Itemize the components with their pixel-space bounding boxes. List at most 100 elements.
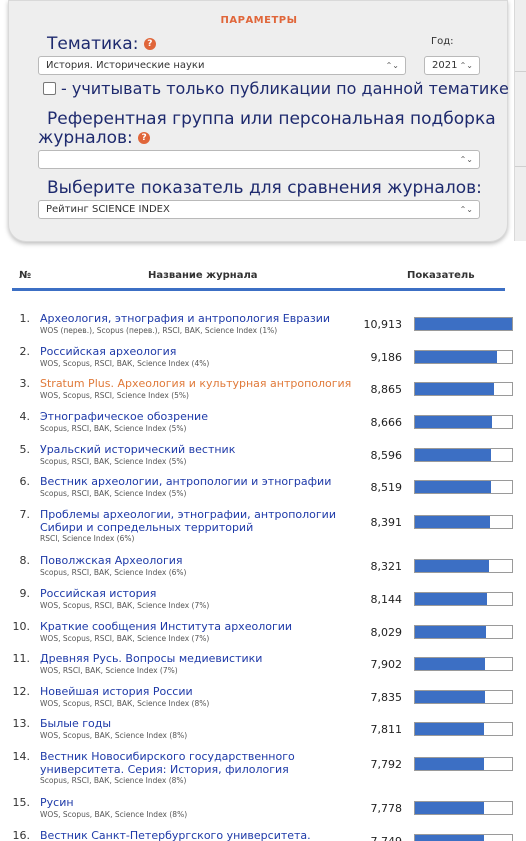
indicator-value: 7,811 [370, 723, 403, 736]
row-number: 10. [12, 620, 31, 633]
journal-indexes: WOS, Scopus, RSCI, ВАК, Science Index (7… [40, 601, 210, 610]
parameters-title: ПАРАМЕТРЫ [220, 15, 298, 26]
journal-indexes: WOS, Scopus, ВАК, Science Index (8%) [40, 731, 188, 740]
indicator-value: 9,186 [370, 351, 403, 364]
journal-indexes: RSCI, Science Index (6%) [40, 534, 135, 543]
indicator-value: 8,321 [370, 560, 403, 573]
journal-title-link[interactable]: Древняя Русь. Вопросы медиевистики [40, 652, 358, 665]
indicator-bar-fill [415, 481, 491, 493]
year-label: Год: [431, 36, 454, 47]
indicator-bar-fill [415, 383, 494, 395]
row-number: 16. [12, 829, 31, 841]
indicator-bar [414, 801, 513, 815]
indicator-bar-fill [415, 560, 489, 572]
table-row: 2. Российская археология WOS, Scopus, RSCI… [0, 345, 526, 375]
column-number-header: № [19, 270, 32, 281]
table-row: 16. Вестник Санкт-Петербургского универси… [0, 829, 526, 841]
indicator-value: 8,865 [370, 383, 403, 396]
journal-indexes: Scopus, RSCI, ВАК, Science Index (5%) [40, 424, 187, 433]
table-row: 15. Русин WOS, Scopus, ВАК, Science Index … [0, 796, 526, 826]
indicator-value: 7,778 [370, 802, 403, 815]
theme-select-value: История. Исторические науки [46, 60, 205, 71]
row-number: 2. [19, 345, 31, 358]
table-row: 8. Поволжская Археология Scopus, RSCI, ВАК… [0, 554, 526, 584]
journal-indexes: WOS, Scopus, ВАК, Science Index (8%) [40, 810, 188, 819]
indicator-value: 7,835 [370, 691, 403, 704]
indicator-bar [414, 722, 513, 736]
indicator-bar [414, 382, 513, 396]
select-arrows-icon: ⌃⌄ [459, 205, 473, 214]
journal-title-link[interactable]: Проблемы археологии, этнографии, антропо… [40, 508, 358, 534]
indicator-value: 7,902 [370, 658, 403, 671]
indicator-bar [414, 757, 513, 771]
table-row: 11. Древняя Русь. Вопросы медиевистики WOS… [0, 652, 526, 682]
journal-indexes: WOS, RSCI, ВАК, Science Index (7%) [40, 666, 178, 675]
indicator-bar-fill [415, 691, 485, 703]
only-theme-checkbox[interactable] [43, 82, 56, 95]
row-number: 7. [19, 508, 31, 521]
row-number: 13. [12, 717, 31, 730]
table-row: 4. Этнографическое обозрение Scopus, RSCI,… [0, 410, 526, 440]
table-row: 12. Новейшая история России WOS, Scopus, R… [0, 685, 526, 715]
parameters-panel: ПАРАМЕТРЫ Тематика: ? Год: История. Исто… [8, 0, 526, 242]
table-row: 1. Археология, этнография и антропология … [0, 312, 526, 342]
help-icon[interactable]: ? [143, 38, 156, 50]
indicator-bar-fill [415, 318, 512, 330]
row-number: 11. [12, 652, 31, 665]
indicator-value: 8,029 [370, 626, 403, 639]
table-row: 13. Былые годы WOS, Scopus, ВАК, Science I… [0, 717, 526, 747]
indicator-label: Выберите показатель для сравнения журнал… [47, 178, 482, 198]
journal-title-link[interactable]: Поволжская Археология [40, 554, 358, 567]
indicator-bar-fill [415, 723, 485, 735]
journal-indexes: WOS, Scopus, RSCI, ВАК, Science Index (4… [40, 359, 210, 368]
row-number: 8. [19, 554, 31, 567]
journal-indexes: WOS (перев.), Scopus (перев.), RSCI, ВАК… [40, 326, 278, 335]
theme-label: Тематика: ? [47, 34, 156, 54]
row-number: 5. [19, 443, 31, 456]
indicator-bar [414, 690, 513, 704]
theme-select[interactable]: История. Исторические науки ⌃⌄ [38, 56, 406, 75]
reference-group-select[interactable]: ⌃⌄ [38, 150, 480, 169]
year-select-value: 2021 [432, 60, 458, 71]
row-number: 14. [12, 750, 31, 763]
journal-title-link[interactable]: Уральский исторический вестник [40, 443, 358, 456]
journal-title-link[interactable]: Археология, этнография и антропология Ев… [40, 312, 358, 325]
indicator-select[interactable]: Рейтинг SCIENCE INDEX ⌃⌄ [38, 200, 480, 219]
journal-title-link[interactable]: Вестник Новосибирского государственного … [40, 750, 358, 776]
reference-label-line1: Референтная группа или персональная подб… [47, 109, 496, 129]
indicator-bar-fill [415, 449, 492, 461]
row-number: 9. [19, 587, 31, 600]
journal-title-link[interactable]: Российская археология [40, 345, 358, 358]
row-number: 12. [12, 685, 31, 698]
journal-title-link[interactable]: Вестник Санкт-Петербургского университет… [40, 829, 358, 841]
journal-indexes: WOS, Scopus, RSCI, ВАК, Science Index (8… [40, 699, 210, 708]
indicator-value: 7,749 [355, 835, 403, 841]
table-row: 9. Российская история WOS, Scopus, RSCI, В… [0, 587, 526, 617]
journal-title-link[interactable]: Новейшая история России [40, 685, 358, 698]
journal-indexes: Scopus, RSCI, ВАК, Science Index (6%) [40, 568, 187, 577]
journal-title-link[interactable]: Былые годы [40, 717, 358, 730]
indicator-bar [414, 515, 513, 529]
indicator-bar-fill [415, 758, 485, 770]
journal-indexes: Scopus, RSCI, ВАК, Science Index (8%) [40, 776, 187, 785]
journal-title-link[interactable]: Этнографическое обозрение [40, 410, 358, 423]
journal-title-link[interactable]: Краткие сообщения Института археологии [40, 620, 358, 633]
row-number: 15. [12, 796, 31, 809]
table-row: 7. Проблемы археологии, этнографии, антро… [0, 508, 526, 552]
indicator-select-value: Рейтинг SCIENCE INDEX [46, 204, 170, 215]
column-value-header: Показатель [407, 270, 475, 281]
table-row: 14. Вестник Новосибирского государственно… [0, 750, 526, 794]
indicator-bar-fill [415, 658, 486, 670]
journal-title-link[interactable]: Вестник археологии, антропологии и этног… [40, 475, 358, 488]
journal-title-link[interactable]: Stratum Plus. Археология и культурная ан… [40, 377, 358, 390]
year-select[interactable]: 2021 ⌃⌄ [424, 56, 480, 75]
table-row: 3. Stratum Plus. Археология и культурная … [0, 377, 526, 407]
help-icon[interactable]: ? [138, 132, 151, 144]
table-row: 6. Вестник археологии, антропологии и этн… [0, 475, 526, 505]
indicator-value: 7,792 [370, 758, 403, 771]
indicator-bar [414, 657, 513, 671]
indicator-bar [414, 625, 513, 639]
journal-title-link[interactable]: Русин [40, 796, 358, 809]
indicator-value: 8,391 [370, 516, 403, 529]
journal-title-link[interactable]: Российская история [40, 587, 358, 600]
